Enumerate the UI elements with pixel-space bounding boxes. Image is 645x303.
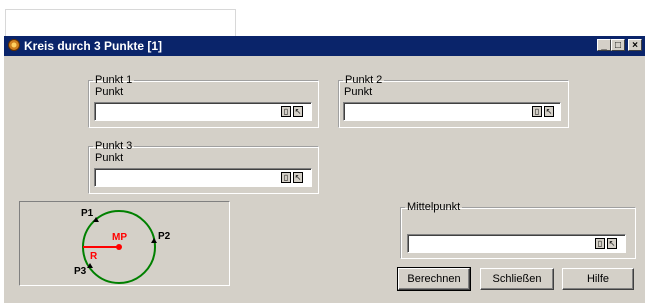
diagram-label-p2: P2 bbox=[158, 231, 171, 242]
punkt-2-label: Punkt bbox=[344, 86, 373, 98]
minimize-button[interactable]: _ bbox=[597, 39, 611, 51]
punkt-3-input[interactable]: ▯ ↖ bbox=[94, 168, 312, 187]
cursor-select-icon[interactable]: ↖ bbox=[293, 172, 303, 183]
maximize-icon: □ bbox=[614, 40, 622, 51]
pick-point-icon[interactable]: ▯ bbox=[595, 238, 605, 249]
group-mittelpunkt-legend: Mittelpunkt bbox=[407, 201, 461, 213]
cursor-select-icon[interactable]: ↖ bbox=[544, 106, 554, 117]
hilfe-button[interactable]: Hilfe bbox=[562, 268, 634, 290]
diagram-label-p1: P1 bbox=[81, 208, 94, 219]
diagram-label-p3: P3 bbox=[74, 266, 87, 277]
cursor-select-icon[interactable]: ↖ bbox=[607, 238, 617, 249]
group-punkt-2-legend: Punkt 2 bbox=[345, 74, 383, 86]
punkt-2-input[interactable]: ▯ ↖ bbox=[343, 102, 561, 121]
schliessen-button[interactable]: Schließen bbox=[480, 268, 554, 290]
pick-point-icon[interactable]: ▯ bbox=[281, 172, 291, 183]
dialog-window: Kreis durch 3 Punkte [1] _ □ × Punkt 1 P… bbox=[4, 36, 645, 303]
maximize-button[interactable]: □ bbox=[611, 39, 625, 51]
diagram-label-r: R bbox=[90, 251, 98, 262]
circle-diagram-svg: P1 P2 P3 MP R bbox=[74, 208, 171, 284]
diagram-label-mp: MP bbox=[112, 232, 127, 243]
punkt-1-label: Punkt bbox=[95, 86, 124, 98]
app-icon bbox=[8, 39, 20, 54]
group-punkt-1-legend: Punkt 1 bbox=[95, 74, 133, 86]
diagram-center-point bbox=[116, 244, 122, 250]
close-button[interactable]: × bbox=[628, 39, 642, 51]
cursor-select-icon[interactable]: ↖ bbox=[293, 106, 303, 117]
berechnen-button[interactable]: Berechnen bbox=[397, 267, 471, 291]
punkt-3-label: Punkt bbox=[95, 152, 124, 164]
circle-diagram: P1 P2 P3 MP R bbox=[19, 201, 230, 286]
close-icon: × bbox=[632, 40, 638, 51]
mittelpunkt-input[interactable]: ▯ ↖ bbox=[407, 234, 626, 253]
window-title: Kreis durch 3 Punkte [1] bbox=[24, 39, 163, 53]
minimize-icon: _ bbox=[601, 40, 607, 51]
title-bar[interactable]: Kreis durch 3 Punkte [1] _ □ × bbox=[4, 36, 645, 56]
group-punkt-3-legend: Punkt 3 bbox=[95, 140, 133, 152]
top-text-field[interactable] bbox=[5, 9, 236, 38]
punkt-1-input[interactable]: ▯ ↖ bbox=[94, 102, 312, 121]
pick-point-icon[interactable]: ▯ bbox=[281, 106, 291, 117]
diagram-p2-marker bbox=[151, 238, 157, 243]
pick-point-icon[interactable]: ▯ bbox=[532, 106, 542, 117]
